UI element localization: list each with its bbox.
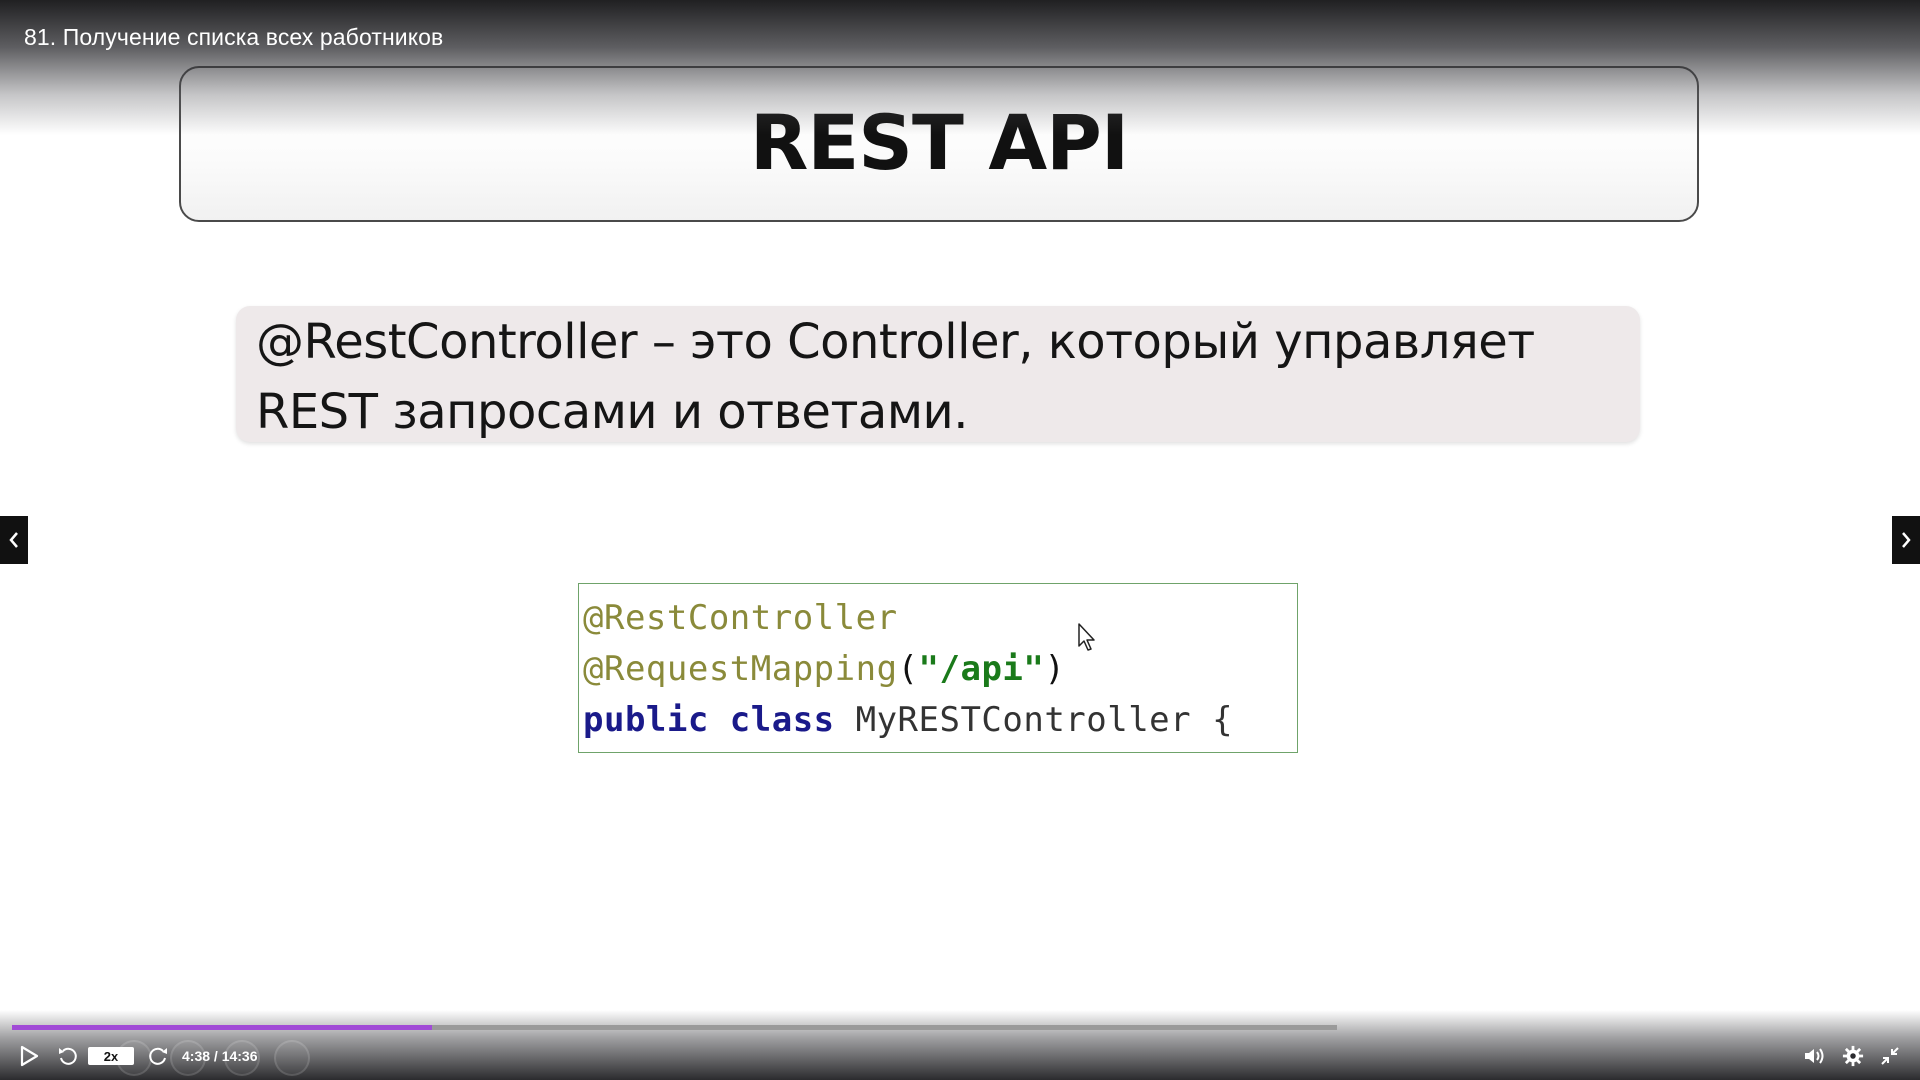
- previous-lesson-button[interactable]: [0, 516, 28, 564]
- play-icon: [20, 1045, 39, 1067]
- faded-control-3: [224, 1040, 260, 1076]
- code-paren-close: ): [1044, 649, 1066, 689]
- code-line-3: public class MyRESTController {: [583, 700, 1233, 740]
- chevron-left-icon: [9, 532, 18, 548]
- code-annotation-restcontroller: @RestController: [583, 598, 898, 638]
- code-snippet-box: @RestController @RequestMapping("/api") …: [578, 583, 1298, 753]
- chevron-right-icon: [1902, 532, 1911, 548]
- code-line-2: @RequestMapping("/api"): [583, 649, 1065, 689]
- top-overlay: [0, 0, 1920, 135]
- exit-fullscreen-button[interactable]: [1876, 1042, 1904, 1070]
- video-title: 81. Получение списка всех работников: [24, 24, 444, 50]
- faded-control-2: [170, 1040, 206, 1076]
- progress-fill: [12, 1025, 433, 1030]
- mouse-cursor-icon: [1078, 623, 1095, 651]
- faded-control-4: [274, 1040, 310, 1076]
- play-button[interactable]: [14, 1042, 44, 1070]
- slide-description-line-1: @RestController – это Controller, которы…: [256, 314, 1535, 370]
- exit-fullscreen-icon: [1881, 1047, 1899, 1065]
- settings-button[interactable]: [1838, 1042, 1868, 1070]
- gear-icon: [1842, 1045, 1864, 1067]
- code-paren-open: (: [897, 649, 919, 689]
- slide-description-line-2: REST запросами и ответами.: [256, 384, 969, 440]
- slide-description-box: @RestController – это Controller, которы…: [236, 306, 1640, 442]
- code-line-1: @RestController: [583, 598, 898, 638]
- code-string-api: "/api": [918, 649, 1045, 689]
- next-lesson-button[interactable]: [1892, 516, 1920, 564]
- volume-button[interactable]: [1800, 1042, 1828, 1070]
- code-keywords: public class: [583, 700, 835, 740]
- volume-icon: [1805, 1048, 1824, 1064]
- progress-bar[interactable]: [12, 1025, 1337, 1030]
- rewind-button[interactable]: [55, 1042, 81, 1070]
- video-stage[interactable]: REST API @RestController – это Controlle…: [0, 0, 1920, 1080]
- faded-control-1: [116, 1040, 152, 1076]
- rewind-icon: [59, 1047, 77, 1065]
- code-annotation-requestmapping: @RequestMapping: [583, 649, 898, 689]
- code-class-declaration: MyRESTController {: [834, 700, 1234, 740]
